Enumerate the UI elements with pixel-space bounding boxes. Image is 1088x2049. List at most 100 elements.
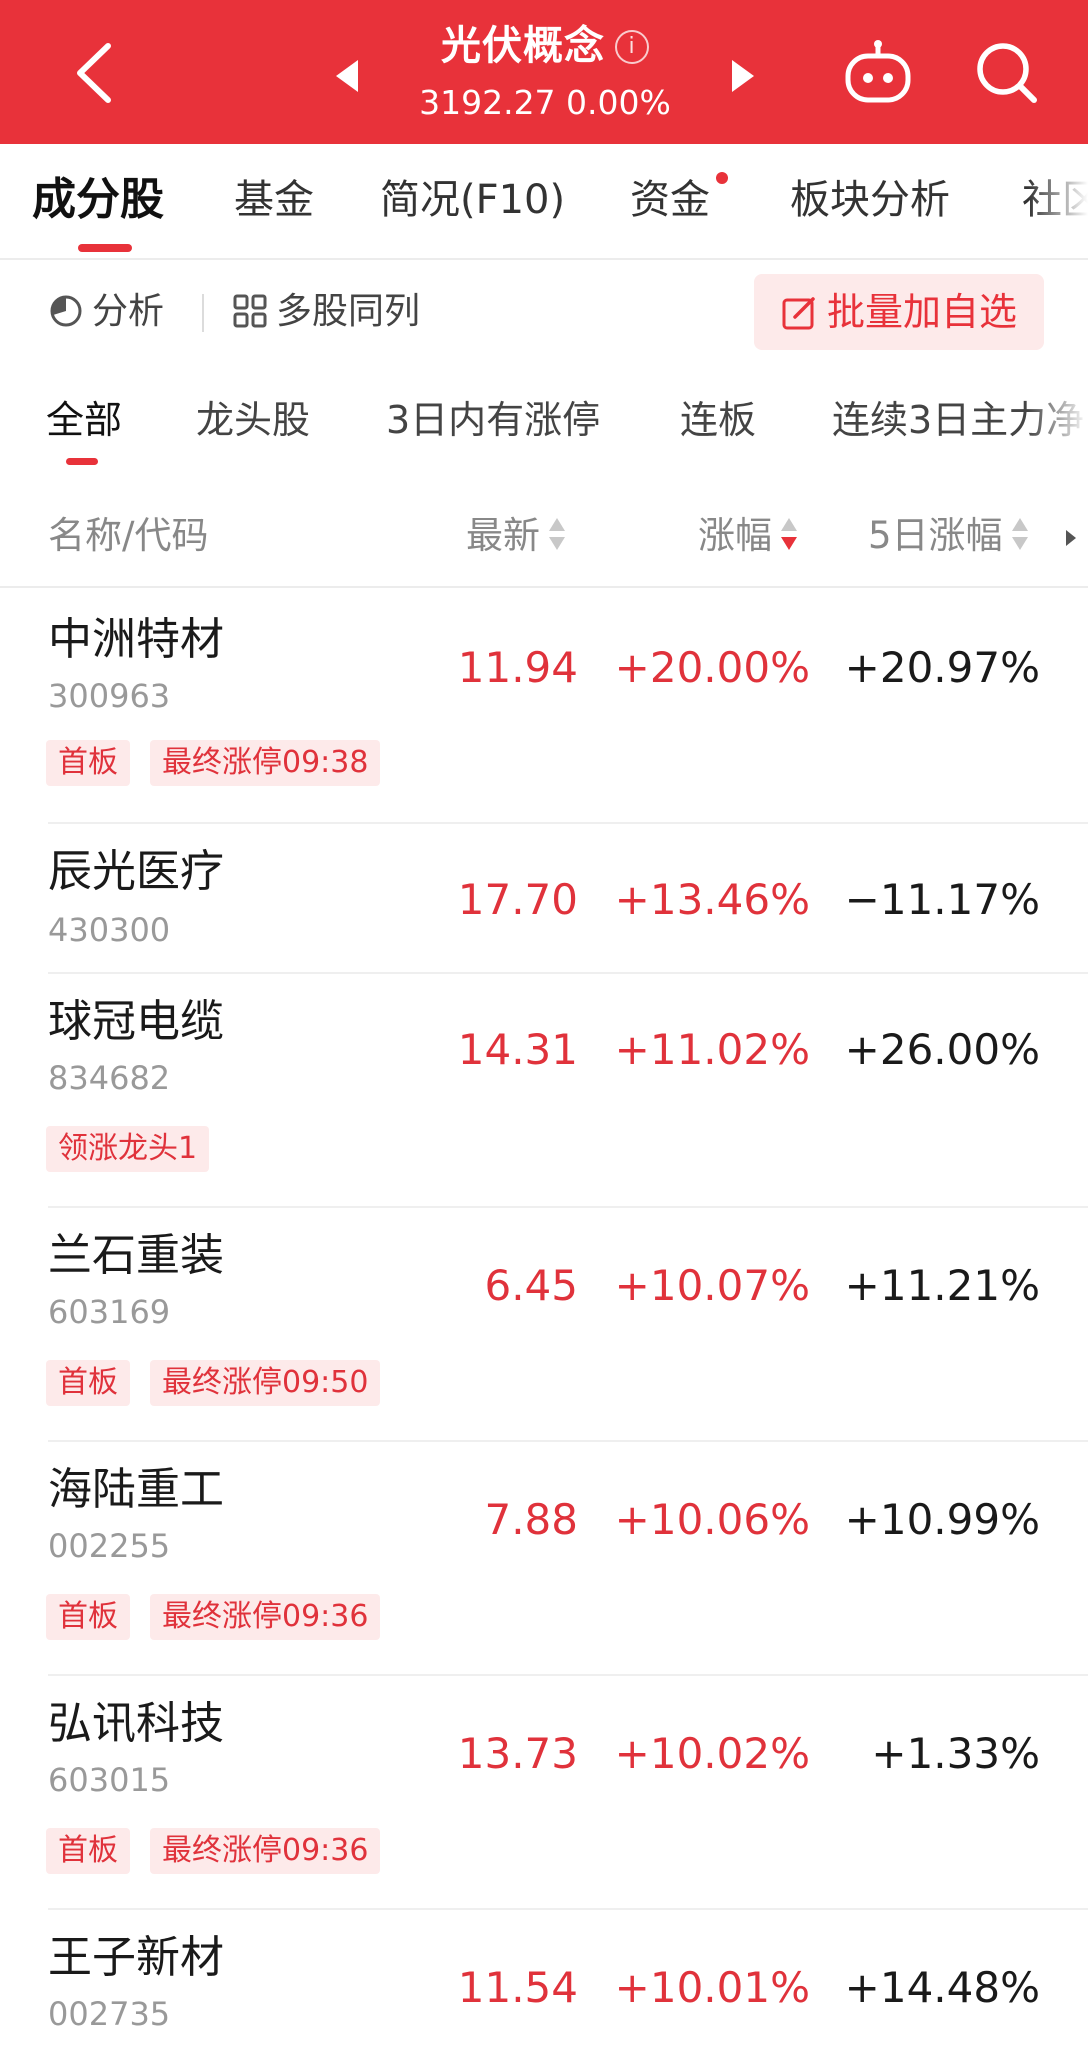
stock-name: 海陆重工: [48, 1464, 224, 1515]
tag-list: 首板 最终涨停09:36: [46, 1828, 400, 1874]
page-title: 光伏概念: [441, 23, 605, 69]
stock-code: 002255: [48, 1527, 171, 1565]
stock-code: 603169: [48, 1293, 171, 1331]
stock-name: 兰石重装: [48, 1230, 224, 1281]
latest-price: 11.54: [457, 1963, 578, 2012]
header-bar: 光伏概念 i 3192.27 0.00%: [0, 0, 1088, 144]
latest-price: 11.94: [457, 643, 578, 692]
change-pct: +10.02%: [614, 1729, 810, 1778]
grid-icon: [233, 294, 267, 328]
tabs-fade: [1028, 144, 1088, 258]
change-5d-pct: +11.21%: [844, 1261, 1040, 1310]
filter-leaders[interactable]: 龙头股: [196, 392, 310, 448]
change-pct: +10.01%: [614, 1963, 810, 2012]
table-row[interactable]: 球冠电缆 834682 14.31 +11.02% +26.00% 领涨龙头1: [0, 974, 1088, 1208]
table-row[interactable]: 辰光医疗 430300 17.70 +13.46% −11.17%: [0, 824, 1088, 974]
table-row[interactable]: 中洲特材 300963 11.94 +20.00% +20.97% 首板 最终涨停…: [0, 590, 1088, 824]
active-tab-indicator: [78, 244, 132, 252]
change-5d-pct: +10.99%: [844, 1495, 1040, 1544]
table-row[interactable]: 弘讯科技 603015 13.73 +10.02% +1.33% 首板 最终涨停0…: [0, 1676, 1088, 1910]
robot-icon: [845, 40, 911, 103]
col-change[interactable]: 涨幅: [698, 508, 798, 564]
scroll-right-icon[interactable]: [1064, 526, 1078, 550]
tab-profile-f10[interactable]: 简况(F10): [380, 172, 565, 228]
toolbar-divider: [202, 294, 204, 332]
change-pct: +11.02%: [614, 1025, 810, 1074]
tag-limit-up-time: 最终涨停09:36: [150, 1594, 381, 1640]
stock-name: 王子新材: [48, 1932, 224, 1983]
latest-price: 6.45: [484, 1261, 578, 1310]
stock-code: 603015: [48, 1761, 171, 1799]
back-icon: [77, 43, 111, 103]
new-badge-dot: [716, 172, 728, 184]
filter-tabs: 全部 龙头股 3日内有涨停 连板 连续3日主力净: [0, 382, 1088, 482]
table-row[interactable]: 兰石重装 603169 6.45 +10.07% +11.21% 首板 最终涨停0…: [0, 1208, 1088, 1442]
sort-desc-icon: [781, 518, 797, 550]
change-5d-pct: +26.00%: [844, 1025, 1040, 1074]
tag-first-board: 首板: [46, 740, 130, 786]
tag-first-board: 首板: [46, 1360, 130, 1406]
active-filter-indicator: [66, 458, 98, 465]
tab-constituents[interactable]: 成分股: [32, 172, 164, 228]
tag-list: 首板 最终涨停09:36: [46, 1594, 400, 1640]
filters-fade: [1028, 382, 1088, 482]
stock-name: 弘讯科技: [48, 1698, 224, 1749]
col-change-5d[interactable]: 5日涨幅: [868, 508, 1029, 564]
table-row[interactable]: 海陆重工 002255 7.88 +10.06% +10.99% 首板 最终涨停0…: [0, 1442, 1088, 1676]
next-index-button[interactable]: [728, 56, 758, 96]
batch-add-watchlist-button[interactable]: 批量加自选: [754, 274, 1044, 350]
change-5d-pct: +20.97%: [844, 643, 1040, 692]
toolbar: 分析 多股同列 批量加自选: [0, 262, 1088, 362]
search-button[interactable]: [974, 40, 1040, 106]
table-row[interactable]: 王子新材 002735 11.54 +10.01% +14.48%: [0, 1910, 1088, 2049]
tab-capital[interactable]: 资金: [630, 172, 710, 228]
index-quote: 3192.27 0.00%: [419, 83, 671, 122]
col-name-code: 名称/代码: [48, 514, 209, 557]
stock-code: 300963: [48, 677, 171, 715]
change-pct: +10.07%: [614, 1261, 810, 1310]
filter-consecutive-limit[interactable]: 连板: [680, 392, 756, 448]
change-pct: +10.06%: [614, 1495, 810, 1544]
change-5d-pct: −11.17%: [844, 875, 1040, 924]
back-button[interactable]: [70, 40, 120, 106]
change-pct: +13.46%: [614, 875, 810, 924]
main-tabs: 成分股 基金 简况(F10) 资金 板块分析 社区: [0, 144, 1088, 260]
tab-funds[interactable]: 基金: [234, 172, 314, 228]
tag-list: 领涨龙头1: [46, 1126, 229, 1172]
column-header: 名称/代码 最新 涨幅 5日涨幅: [0, 498, 1088, 588]
col-latest[interactable]: 最新: [466, 508, 566, 564]
change-pct: +20.00%: [614, 643, 810, 692]
assistant-button[interactable]: [842, 38, 914, 108]
edit-icon: [782, 297, 815, 330]
search-icon: [977, 43, 1037, 103]
stock-name: 辰光医疗: [48, 846, 224, 897]
tag-limit-up-time: 最终涨停09:36: [150, 1828, 381, 1874]
tab-sector-analysis[interactable]: 板块分析: [790, 172, 950, 228]
change-5d-pct: +14.48%: [844, 1963, 1040, 2012]
filter-all[interactable]: 全部: [46, 392, 122, 448]
stock-name: 球冠电缆: [48, 996, 224, 1047]
tag-first-board: 首板: [46, 1828, 130, 1874]
title-area: 光伏概念 i 3192.27 0.00%: [300, 18, 790, 138]
info-icon[interactable]: i: [615, 30, 649, 64]
change-5d-pct: +1.33%: [871, 1729, 1040, 1778]
sort-neutral-icon: [549, 518, 565, 550]
tag-limit-up-time: 最终涨停09:38: [150, 740, 381, 786]
stock-code: 002735: [48, 1995, 171, 2033]
tag-list: 首板 最终涨停09:38: [46, 740, 400, 786]
filter-limit-up-3d[interactable]: 3日内有涨停: [386, 392, 600, 448]
latest-price: 13.73: [457, 1729, 578, 1778]
latest-price: 14.31: [457, 1025, 578, 1074]
multi-stock-button[interactable]: 多股同列: [232, 284, 420, 340]
stock-name: 中洲特材: [48, 614, 224, 665]
analysis-button[interactable]: 分析: [48, 284, 164, 340]
tag-sector-leader: 领涨龙头1: [46, 1126, 210, 1172]
stock-code: 430300: [48, 911, 171, 949]
latest-price: 17.70: [457, 875, 578, 924]
sort-neutral-icon: [1011, 518, 1028, 550]
pie-chart-icon: [50, 295, 82, 327]
latest-price: 7.88: [484, 1495, 578, 1544]
stock-code: 834682: [48, 1059, 171, 1097]
tag-list: 首板 最终涨停09:50: [46, 1360, 400, 1406]
tag-first-board: 首板: [46, 1594, 130, 1640]
